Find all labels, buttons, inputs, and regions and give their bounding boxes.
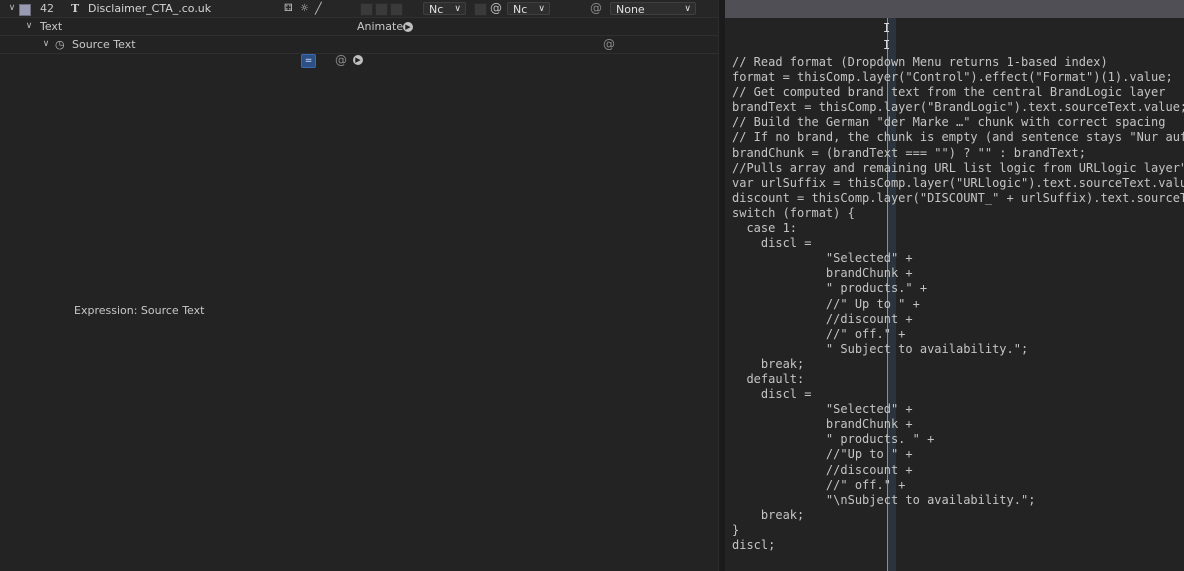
- code-line[interactable]: var urlSuffix = thisComp.layer("URLlogic…: [732, 176, 1184, 191]
- code-line[interactable]: discl =: [732, 236, 1184, 251]
- expression-enable-button[interactable]: =: [301, 54, 316, 68]
- label-color-swatch[interactable]: [19, 4, 31, 16]
- code-line[interactable]: " products." +: [732, 281, 1184, 296]
- code-line[interactable]: //" off." +: [732, 478, 1184, 493]
- layer-row[interactable]: ∨ 42 T Disclaimer_CTA_.co.uk ⚃ ☼ ╱ Nc ∨ …: [0, 0, 718, 18]
- code-line[interactable]: brandChunk = (brandText === "") ? "" : b…: [732, 146, 1184, 161]
- mode-dropdown[interactable]: Nc ∨: [423, 2, 466, 16]
- code-line[interactable]: switch (format) {: [732, 206, 1184, 221]
- code-line[interactable]: brandChunk +: [732, 417, 1184, 432]
- code-line[interactable]: default:: [732, 372, 1184, 387]
- trkmat-dropdown[interactable]: Nc ∨: [507, 2, 550, 16]
- code-line[interactable]: //Pulls array and remaining URL list log…: [732, 161, 1184, 176]
- source-text-row[interactable]: ∨ ◷ Source Text @: [0, 36, 718, 54]
- code-line[interactable]: "Selected" +: [732, 251, 1184, 266]
- code-line[interactable]: break;: [732, 357, 1184, 372]
- expression-code[interactable]: // Read format (Dropdown Menu returns 1-…: [732, 55, 1184, 553]
- code-line[interactable]: //" Up to " +: [732, 297, 1184, 312]
- frame-blend-toggle[interactable]: [375, 3, 388, 16]
- motion-blur-toggle[interactable]: [390, 3, 403, 16]
- chevron-down-icon[interactable]: ∨: [6, 0, 18, 17]
- stopwatch-icon[interactable]: ◷: [55, 36, 65, 53]
- code-line[interactable]: discl =: [732, 387, 1184, 402]
- chevron-down-icon[interactable]: ∨: [23, 18, 35, 35]
- code-line[interactable]: // Get computed brand text from the cent…: [732, 85, 1184, 100]
- chevron-down-icon: ∨: [538, 4, 545, 14]
- text-layer-icon: T: [71, 2, 80, 15]
- spiral-icon[interactable]: @: [603, 36, 615, 53]
- layer-number: 42: [40, 2, 54, 15]
- quality-icon[interactable]: ╱: [315, 0, 322, 17]
- ibeam-cursor-icon: I: [883, 21, 891, 35]
- code-line[interactable]: }: [732, 523, 1184, 538]
- play-icon[interactable]: ▶: [403, 22, 413, 32]
- ibeam-cursor-icon: I: [883, 38, 891, 52]
- layer-name[interactable]: Disclaimer_CTA_.co.uk: [88, 0, 211, 17]
- source-text-label: Source Text: [72, 38, 136, 51]
- shy-icon[interactable]: ⚃: [284, 0, 293, 17]
- code-line[interactable]: discount = thisComp.layer("DISCOUNT_" + …: [732, 191, 1184, 206]
- code-line[interactable]: brandChunk +: [732, 266, 1184, 281]
- code-line[interactable]: break;: [732, 508, 1184, 523]
- spiral-icon[interactable]: @: [335, 52, 347, 69]
- code-line[interactable]: " Subject to availability.";: [732, 342, 1184, 357]
- play-icon[interactable]: ▶: [353, 55, 363, 65]
- text-group-row[interactable]: ∨ Text Animate: ▶: [0, 18, 718, 36]
- chevron-down-icon: ∨: [454, 4, 461, 14]
- code-line[interactable]: brandText = thisComp.layer("BrandLogic")…: [732, 100, 1184, 115]
- code-line[interactable]: //"Up to " +: [732, 447, 1184, 462]
- fx-toggle[interactable]: [360, 3, 373, 16]
- code-line[interactable]: "Selected" +: [732, 402, 1184, 417]
- mode-dropdown-value: Nc: [429, 3, 444, 16]
- layer-bar-selected: [725, 0, 1184, 18]
- code-line[interactable]: // If no brand, the chunk is empty (and …: [732, 130, 1184, 145]
- parent-dropdown-value: None: [616, 3, 645, 16]
- spiral-icon[interactable]: @: [590, 0, 602, 17]
- timeline-left-panel: ∨ 42 T Disclaimer_CTA_.co.uk ⚃ ☼ ╱ Nc ∨ …: [0, 0, 718, 571]
- expression-editor[interactable]: I I // Read format (Dropdown Menu return…: [725, 0, 1184, 571]
- parent-dropdown[interactable]: None ∨: [610, 2, 696, 16]
- code-line[interactable]: //discount +: [732, 463, 1184, 478]
- animate-label: Animate:: [357, 20, 407, 33]
- chevron-down-icon: ∨: [684, 4, 691, 14]
- trkmat-dropdown-value: Nc: [513, 3, 528, 16]
- expression-label: Expression: Source Text: [74, 304, 205, 317]
- collapse-icon[interactable]: ☼: [300, 0, 309, 17]
- chevron-down-icon[interactable]: ∨: [40, 36, 52, 53]
- trkmat-toggle[interactable]: [474, 3, 487, 16]
- code-line[interactable]: discl;: [732, 538, 1184, 553]
- code-line[interactable]: //discount +: [732, 312, 1184, 327]
- code-line[interactable]: //" off." +: [732, 327, 1184, 342]
- code-line[interactable]: // Read format (Dropdown Menu returns 1-…: [732, 55, 1184, 70]
- code-line[interactable]: // Build the German "der Marke …" chunk …: [732, 115, 1184, 130]
- code-line[interactable]: "\nSubject to availability.";: [732, 493, 1184, 508]
- spiral-icon[interactable]: @: [490, 0, 502, 17]
- code-line[interactable]: " products. " +: [732, 432, 1184, 447]
- code-line[interactable]: format = thisComp.layer("Control").effec…: [732, 70, 1184, 85]
- text-group-label: Text: [40, 20, 63, 33]
- code-line[interactable]: case 1:: [732, 221, 1184, 236]
